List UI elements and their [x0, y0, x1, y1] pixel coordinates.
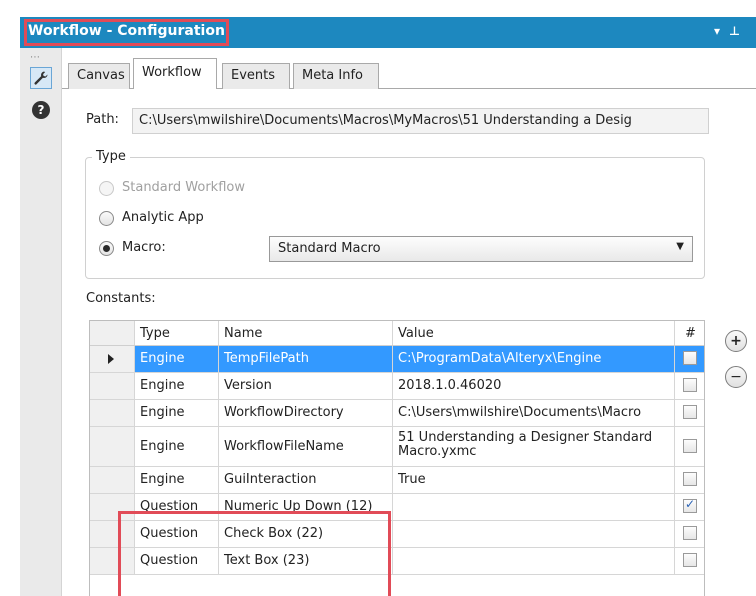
row-pointer-icon	[108, 354, 114, 364]
minus-icon: −	[730, 369, 742, 385]
window-menu-dropdown-icon[interactable]: ▾	[714, 24, 720, 38]
row-selector[interactable]	[90, 346, 135, 372]
numeric-checkbox[interactable]	[683, 526, 697, 540]
row-type: Engine	[135, 373, 219, 399]
row-type: Engine	[135, 427, 219, 466]
constants-label: Constants:	[86, 291, 156, 306]
numeric-checkbox[interactable]	[683, 378, 697, 392]
row-name[interactable]: WorkflowFileName	[219, 427, 393, 466]
row-value[interactable]: 2018.1.0.46020	[393, 373, 675, 399]
row-selector[interactable]	[90, 427, 135, 466]
configuration-button[interactable]	[30, 67, 52, 89]
numeric-checkbox[interactable]	[683, 439, 697, 453]
row-type: Engine	[135, 346, 219, 372]
table-row[interactable]: Engine GuiInteraction True	[90, 467, 704, 494]
row-name[interactable]: WorkflowDirectory	[219, 400, 393, 426]
column-header-numeric[interactable]: #	[675, 321, 704, 345]
row-numeric-cell	[675, 346, 704, 372]
radio-analytic-app-label: Analytic App	[122, 210, 204, 225]
plus-icon: +	[730, 333, 742, 349]
row-type: Engine	[135, 467, 219, 493]
row-numeric-cell	[675, 373, 704, 399]
row-value[interactable]: 51 Understanding a Designer Standard Mac…	[393, 427, 675, 466]
table-row[interactable]: Engine WorkflowFileName 51 Understanding…	[90, 427, 704, 467]
grip-icon[interactable]: ⋯	[30, 52, 41, 63]
radio-macro-label: Macro:	[122, 240, 166, 255]
tab-events[interactable]: Events	[222, 63, 290, 89]
numeric-checkbox[interactable]	[683, 405, 697, 419]
radio-standard-workflow[interactable]	[99, 181, 114, 196]
column-header-type[interactable]: Type	[135, 321, 219, 345]
help-icon: ?	[32, 101, 50, 119]
grid-header: Type Name Value #	[90, 321, 704, 346]
radio-analytic-app[interactable]	[99, 211, 114, 226]
row-value[interactable]	[393, 548, 675, 574]
row-value[interactable]	[393, 521, 675, 547]
row-numeric-cell	[675, 467, 704, 493]
column-header-value[interactable]: Value	[393, 321, 675, 345]
tab-strip: Canvas Workflow Events Meta Info	[62, 48, 756, 89]
radio-macro[interactable]	[99, 241, 114, 256]
chevron-down-icon: ▼	[676, 241, 684, 252]
remove-constant-button[interactable]: −	[725, 366, 747, 388]
row-numeric-cell	[675, 427, 704, 466]
row-value[interactable]: C:\ProgramData\Alteryx\Engine	[393, 346, 675, 372]
table-row[interactable]: Engine Version 2018.1.0.46020	[90, 373, 704, 400]
pin-icon[interactable]: ⊥	[729, 24, 740, 38]
row-type: Engine	[135, 400, 219, 426]
row-numeric-cell	[675, 400, 704, 426]
radio-standard-workflow-label: Standard Workflow	[122, 180, 245, 195]
numeric-checkbox[interactable]	[683, 553, 697, 567]
question-rows-highlight-box	[118, 511, 391, 596]
table-row[interactable]: Engine TempFilePath C:\ProgramData\Alter…	[90, 346, 704, 373]
row-value[interactable]: True	[393, 467, 675, 493]
row-numeric-cell	[675, 548, 704, 574]
tab-meta-info[interactable]: Meta Info	[293, 63, 379, 89]
row-numeric-cell	[675, 521, 704, 547]
row-numeric-cell	[675, 494, 704, 520]
wrench-icon	[34, 71, 48, 85]
numeric-checkbox[interactable]	[683, 351, 697, 365]
row-selector[interactable]	[90, 400, 135, 426]
row-name[interactable]: Version	[219, 373, 393, 399]
path-label: Path:	[86, 112, 119, 127]
tab-canvas[interactable]: Canvas	[68, 63, 130, 89]
row-name[interactable]: TempFilePath	[219, 346, 393, 372]
help-button[interactable]: ?	[30, 99, 52, 121]
row-value[interactable]	[393, 494, 675, 520]
window-titlebar: Workflow - Configuration ▾ ⊥	[20, 17, 756, 48]
type-legend: Type	[92, 149, 130, 164]
row-value[interactable]: C:\Users\mwilshire\Documents\Macro	[393, 400, 675, 426]
row-selector[interactable]	[90, 467, 135, 493]
title-highlight-box	[24, 19, 229, 46]
row-selector-header	[90, 321, 135, 345]
add-constant-button[interactable]: +	[725, 330, 747, 352]
numeric-checkbox[interactable]	[683, 472, 697, 486]
table-row[interactable]: Engine WorkflowDirectory C:\Users\mwilsh…	[90, 400, 704, 427]
macro-type-select[interactable]: Standard Macro ▼	[269, 236, 693, 262]
tab-workflow[interactable]: Workflow	[133, 58, 217, 89]
configuration-window: Workflow - Configuration ▾ ⊥ ⋯ ? Canvas …	[0, 0, 756, 596]
column-header-name[interactable]: Name	[219, 321, 393, 345]
path-field[interactable]: C:\Users\mwilshire\Documents\Macros\MyMa…	[132, 108, 709, 134]
row-name[interactable]: GuiInteraction	[219, 467, 393, 493]
macro-type-selected-value: Standard Macro	[278, 241, 381, 256]
row-selector[interactable]	[90, 373, 135, 399]
numeric-checkbox[interactable]	[683, 497, 697, 513]
side-toolbar: ⋯ ?	[20, 48, 62, 596]
